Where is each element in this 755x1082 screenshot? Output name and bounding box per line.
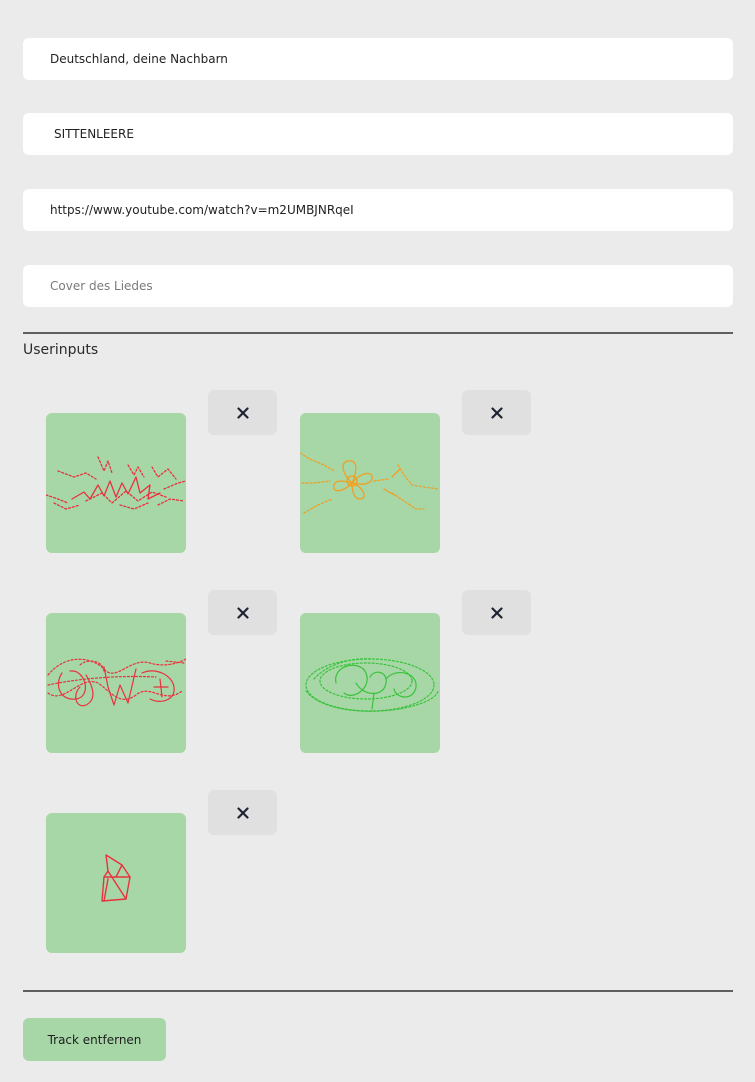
close-icon xyxy=(490,406,503,419)
drawing-flower-rays xyxy=(300,452,439,514)
drawing-small-house xyxy=(101,854,131,902)
userinput-drawing-4[interactable] xyxy=(300,613,440,753)
remove-userinput-button[interactable] xyxy=(462,390,531,435)
remove-userinput-button[interactable] xyxy=(208,390,277,435)
close-icon xyxy=(236,406,249,419)
remove-userinput-button[interactable] xyxy=(208,790,277,835)
track-edit-page: Userinputs xyxy=(0,0,755,1082)
cover-field[interactable] xyxy=(23,265,733,307)
userinputs-heading: Userinputs xyxy=(23,342,99,358)
remove-userinput-button[interactable] xyxy=(462,590,531,635)
drawing-spiky-burst xyxy=(46,456,186,510)
remove-userinput-button[interactable] xyxy=(208,590,277,635)
userinput-drawing-3[interactable] xyxy=(46,613,186,753)
drawing-loop-scribble-green xyxy=(305,658,439,712)
artist-field[interactable] xyxy=(23,38,733,80)
drawing-loop-scribble-red xyxy=(47,658,186,707)
close-icon xyxy=(490,606,503,619)
remove-track-button[interactable]: Track entfernen xyxy=(23,1018,166,1061)
close-icon xyxy=(236,806,249,819)
userinput-drawing-1[interactable] xyxy=(46,413,186,553)
userinput-drawing-5[interactable] xyxy=(46,813,186,953)
title-field[interactable] xyxy=(23,113,733,155)
divider-bottom xyxy=(23,990,733,992)
userinput-drawing-2[interactable] xyxy=(300,413,440,553)
youtube-url-field[interactable] xyxy=(23,189,733,231)
divider-top xyxy=(23,332,733,334)
close-icon xyxy=(236,606,249,619)
